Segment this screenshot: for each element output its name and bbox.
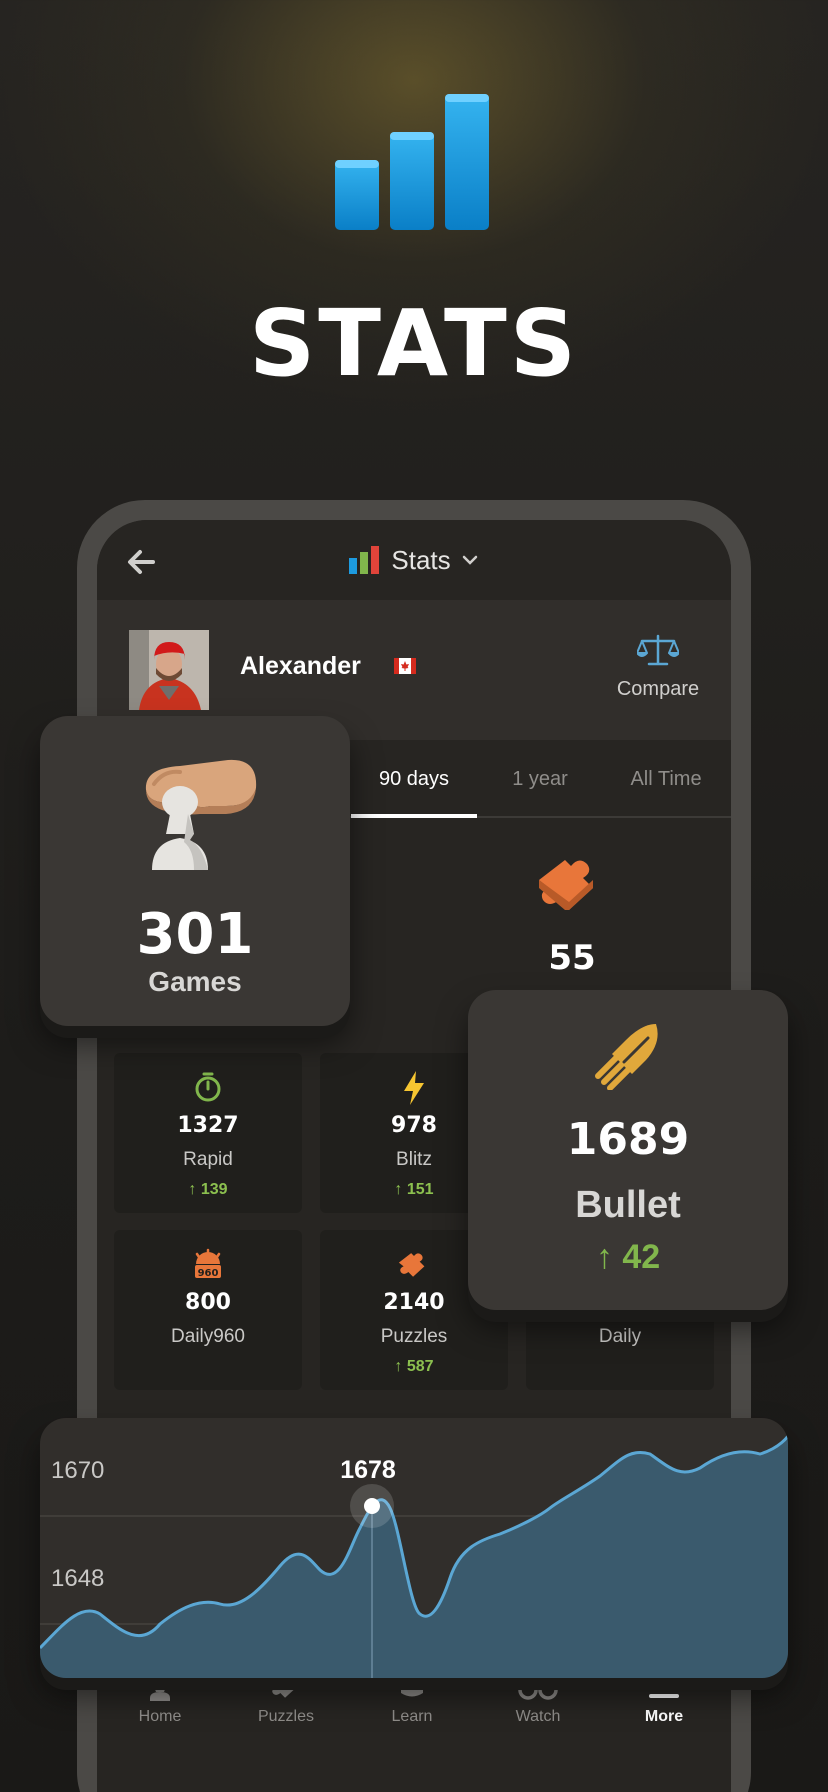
games-card[interactable]: 301 Games [40, 716, 350, 1026]
tab-1-year[interactable]: 1 year [477, 740, 603, 818]
puzzle-icon [398, 1253, 425, 1277]
stats-logo-icon [349, 546, 380, 574]
rapid-label: Rapid [183, 1149, 233, 1170]
y-label-lower: 1648 [51, 1565, 104, 1592]
svg-text:960: 960 [198, 1268, 219, 1279]
y-label-upper: 1670 [51, 1457, 104, 1484]
nav-learn-label: Learn [391, 1708, 433, 1725]
nav-watch[interactable]: Watch [478, 1668, 598, 1758]
nav-puzzles[interactable]: Puzzles [226, 1668, 346, 1758]
active-tab-indicator [351, 814, 477, 818]
username[interactable]: Alexander [240, 652, 361, 681]
bullet-icon [595, 1024, 658, 1090]
games-label: Games [148, 966, 242, 997]
nav-more[interactable]: More [604, 1668, 724, 1758]
puzzles-count: 55 [548, 938, 596, 978]
nav-learn[interactable]: Learn [352, 1668, 472, 1758]
lightning-icon [404, 1071, 424, 1105]
hand-pawn-icon [145, 759, 257, 870]
nav-home-label: Home [138, 1708, 182, 1725]
rapid-rating: 1327 [177, 1113, 239, 1138]
nav-more-label: More [644, 1708, 684, 1725]
daily960-rating: 800 [185, 1290, 231, 1315]
timer-icon [195, 1072, 221, 1102]
stats-bars-icon [335, 94, 489, 230]
daily960-stat-card[interactable]: 960 800 Daily960 [114, 1230, 302, 1390]
bullet-card[interactable]: 1689 Bullet ↑ 42 [468, 990, 788, 1310]
title-dropdown[interactable]: Stats [97, 520, 731, 600]
chevron-down-icon [462, 555, 477, 565]
daily960-label: Daily960 [171, 1326, 245, 1347]
daily960-icon: 960 [195, 1248, 221, 1279]
bullet-change: ↑ 42 [595, 1238, 661, 1276]
hero-title: STATS [249, 290, 579, 397]
rating-history-chart[interactable]: 1678 1670 1648 [40, 1418, 788, 1678]
compare-button-label[interactable]: Compare [612, 678, 704, 701]
puzzle-icon [539, 860, 593, 910]
nav-title: Stats [391, 544, 451, 575]
canada-flag-icon [394, 658, 416, 674]
rating-area-fill [40, 1436, 788, 1678]
bullet-label: Bullet [575, 1184, 681, 1226]
tab-90-days[interactable]: 90 days [351, 740, 477, 818]
nav-home[interactable]: Home [100, 1668, 220, 1758]
nav-watch-label: Watch [515, 1708, 561, 1725]
highlight-point[interactable] [364, 1498, 380, 1514]
bullet-rating: 1689 [566, 1114, 690, 1165]
puzzles-change: ↑ 587 [394, 1358, 434, 1375]
games-count: 301 [136, 902, 254, 967]
highlight-value: 1678 [340, 1456, 396, 1484]
daily-label: Daily [598, 1326, 642, 1347]
top-bar: Stats [97, 520, 731, 600]
rapid-change: ↑ 139 [188, 1181, 228, 1198]
avatar[interactable] [129, 630, 209, 710]
rapid-stat-card[interactable]: 1327 Rapid ↑ 139 [114, 1053, 302, 1213]
rating-chart-card: 1678 1670 1648 [40, 1418, 788, 1678]
nav-puzzles-label: Puzzles [257, 1708, 315, 1725]
tab-all-time[interactable]: All Time [603, 740, 729, 818]
puzzles-label: Puzzles [380, 1326, 448, 1347]
scales-icon[interactable] [637, 632, 679, 668]
